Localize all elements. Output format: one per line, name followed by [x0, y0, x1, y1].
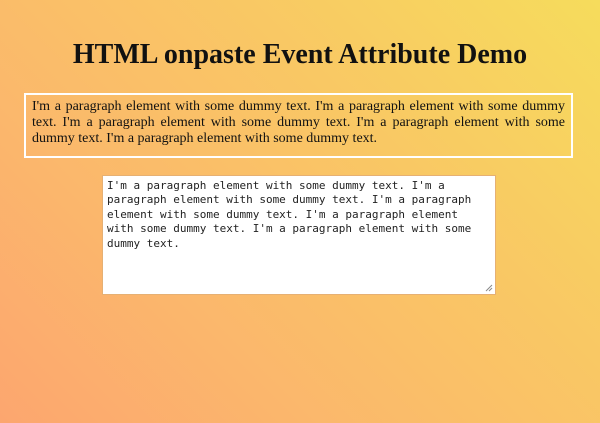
- demo-paragraph[interactable]: I'm a paragraph element with some dummy …: [24, 93, 573, 158]
- paste-textarea[interactable]: I'm a paragraph element with some dummy …: [103, 176, 495, 294]
- resize-grip-icon[interactable]: [485, 284, 493, 292]
- page-title: HTML onpaste Event Attribute Demo: [72, 39, 528, 70]
- paste-textarea-container[interactable]: I'm a paragraph element with some dummy …: [102, 175, 496, 295]
